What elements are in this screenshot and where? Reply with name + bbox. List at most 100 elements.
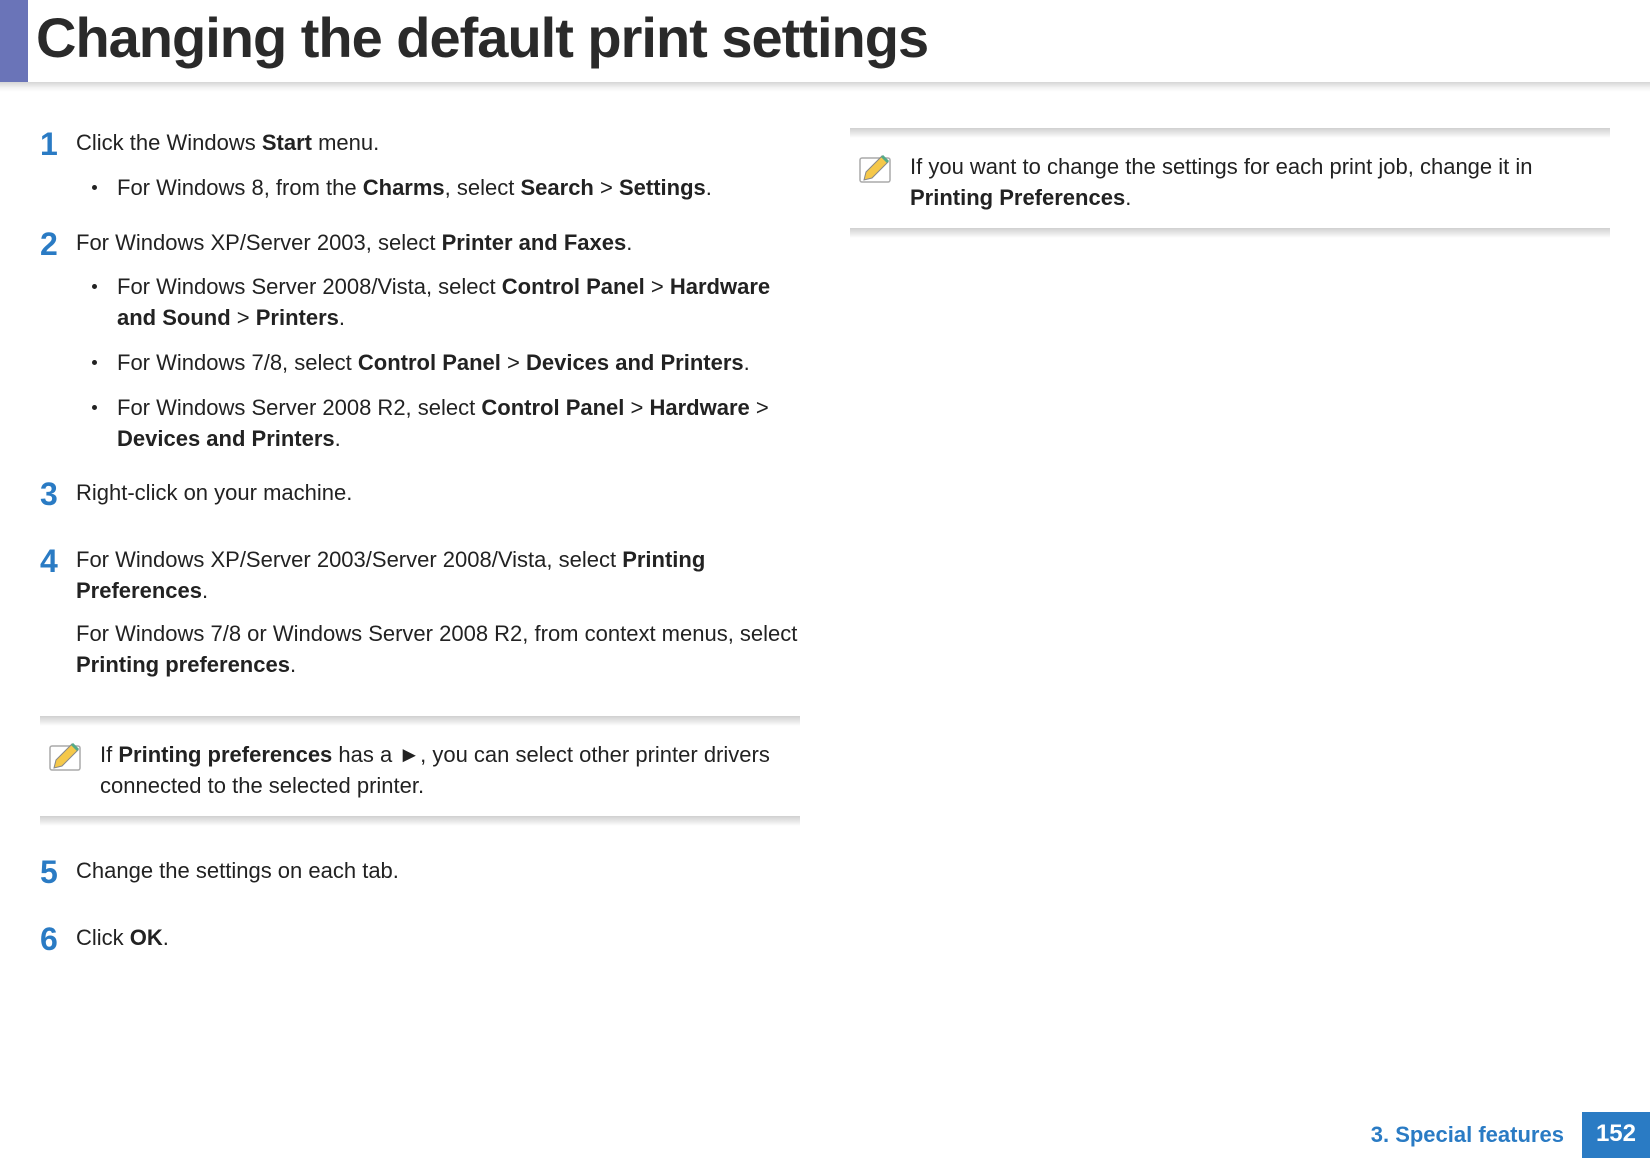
bullet-text: For Windows 7/8, select Control Panel > …	[117, 348, 800, 379]
text-bold: OK	[130, 925, 163, 950]
text-fragment: For Windows 7/8 or Windows Server 2008 R…	[76, 621, 797, 646]
step-number: 4	[40, 539, 76, 584]
page-footer: 3. Special features 152	[1353, 1112, 1650, 1158]
text-bold: Hardware	[649, 395, 749, 420]
step-text: For Windows XP/Server 2003/Server 2008/V…	[76, 545, 800, 607]
text-fragment: >	[750, 395, 769, 420]
text-fragment: .	[202, 578, 208, 603]
text-fragment: .	[339, 305, 345, 330]
note-text: If Printing preferences has a ►, you can…	[100, 740, 792, 802]
page-header: Changing the default print settings	[0, 0, 1650, 98]
text-bold: Devices and Printers	[526, 350, 744, 375]
text-fragment: If you want to change the settings for e…	[910, 154, 1533, 179]
step-2: 2 For Windows XP/Server 2003, select Pri…	[40, 228, 800, 455]
content-columns: 1 Click the Windows Start menu. For Wind…	[0, 98, 1650, 990]
step-body: Click the Windows Start menu. For Window…	[76, 128, 800, 204]
text-fragment: .	[290, 652, 296, 677]
text-bold: Printing preferences	[76, 652, 290, 677]
text-fragment: .	[626, 230, 632, 255]
bullet-text: For Windows Server 2008 R2, select Contr…	[117, 393, 800, 455]
text-fragment: .	[706, 175, 712, 200]
bullet-dot-icon	[92, 284, 97, 289]
note-box: If you want to change the settings for e…	[850, 128, 1610, 238]
step-body: For Windows XP/Server 2003/Server 2008/V…	[76, 545, 800, 692]
text-fragment: , select	[445, 175, 521, 200]
text-bold: Printing preferences	[118, 742, 332, 767]
step-text: Click the Windows Start menu.	[76, 128, 800, 159]
step-text: Click OK.	[76, 923, 800, 954]
bullet-text: For Windows Server 2008/Vista, select Co…	[117, 272, 800, 334]
step-text: For Windows XP/Server 2003, select Print…	[76, 228, 800, 259]
footer-chapter: 3. Special features	[1353, 1112, 1582, 1158]
sub-bullet: For Windows 7/8, select Control Panel > …	[92, 348, 800, 379]
sub-bullet: For Windows Server 2008 R2, select Contr…	[92, 393, 800, 455]
bullet-dot-icon	[92, 360, 97, 365]
step-number: 2	[40, 222, 76, 267]
header-divider	[0, 82, 1650, 92]
bullet-text: For Windows 8, from the Charms, select S…	[117, 173, 800, 204]
note-content: If Printing preferences has a ►, you can…	[40, 726, 800, 816]
note-top-bar	[850, 128, 1610, 138]
sub-bullet: For Windows 8, from the Charms, select S…	[92, 173, 800, 204]
page-title: Changing the default print settings	[36, 5, 928, 70]
step-4: 4 For Windows XP/Server 2003/Server 2008…	[40, 545, 800, 692]
text-bold: Printing Preferences	[910, 185, 1125, 210]
note-bottom-bar	[850, 228, 1610, 238]
text-fragment: .	[163, 925, 169, 950]
step-body: Change the settings on each tab.	[76, 856, 800, 899]
step-3: 3 Right-click on your machine.	[40, 478, 800, 521]
text-fragment: For Windows Server 2008/Vista, select	[117, 274, 502, 299]
text-fragment: >	[624, 395, 649, 420]
text-fragment: For Windows 7/8, select	[117, 350, 358, 375]
step-body: For Windows XP/Server 2003, select Print…	[76, 228, 800, 455]
note-bottom-bar	[40, 816, 800, 826]
step-6: 6 Click OK.	[40, 923, 800, 966]
step-text: Right-click on your machine.	[76, 478, 800, 509]
text-fragment: For Windows 8, from the	[117, 175, 363, 200]
step-text: For Windows 7/8 or Windows Server 2008 R…	[76, 619, 800, 681]
text-fragment: If	[100, 742, 118, 767]
footer-page-number: 152	[1582, 1112, 1650, 1158]
bullet-dot-icon	[92, 405, 97, 410]
step-number: 6	[40, 917, 76, 962]
text-bold: Start	[262, 130, 312, 155]
text-fragment: For Windows Server 2008 R2, select	[117, 395, 481, 420]
text-bold: Charms	[363, 175, 445, 200]
step-5: 5 Change the settings on each tab.	[40, 856, 800, 899]
text-fragment: .	[335, 426, 341, 451]
step-number: 3	[40, 472, 76, 517]
bullet-dot-icon	[92, 185, 97, 190]
text-fragment: .	[1125, 185, 1131, 210]
note-content: If you want to change the settings for e…	[850, 138, 1610, 228]
text-bold: Control Panel	[358, 350, 501, 375]
left-column: 1 Click the Windows Start menu. For Wind…	[40, 128, 800, 990]
right-column: If you want to change the settings for e…	[850, 128, 1610, 990]
note-pencil-icon	[858, 152, 896, 186]
note-box: If Printing preferences has a ►, you can…	[40, 716, 800, 826]
text-bold: Control Panel	[502, 274, 645, 299]
step-number: 1	[40, 122, 76, 167]
text-bold: Printers	[256, 305, 339, 330]
text-fragment: For Windows XP/Server 2003/Server 2008/V…	[76, 547, 622, 572]
text-fragment: >	[231, 305, 256, 330]
sub-bullet: For Windows Server 2008/Vista, select Co…	[92, 272, 800, 334]
text-fragment: >	[501, 350, 526, 375]
text-bold: Control Panel	[481, 395, 624, 420]
step-number: 5	[40, 850, 76, 895]
text-fragment: Click the Windows	[76, 130, 262, 155]
text-bold: Settings	[619, 175, 706, 200]
text-fragment: >	[594, 175, 619, 200]
text-fragment: For Windows XP/Server 2003, select	[76, 230, 442, 255]
text-fragment: .	[744, 350, 750, 375]
text-fragment: Click	[76, 925, 130, 950]
note-pencil-icon	[48, 740, 86, 774]
text-bold: Search	[520, 175, 593, 200]
step-1: 1 Click the Windows Start menu. For Wind…	[40, 128, 800, 204]
text-bold: Devices and Printers	[117, 426, 335, 451]
step-body: Click OK.	[76, 923, 800, 966]
header-accent-bar	[0, 0, 28, 82]
text-fragment: >	[645, 274, 670, 299]
note-text: If you want to change the settings for e…	[910, 152, 1602, 214]
step-text: Change the settings on each tab.	[76, 856, 800, 887]
step-body: Right-click on your machine.	[76, 478, 800, 521]
